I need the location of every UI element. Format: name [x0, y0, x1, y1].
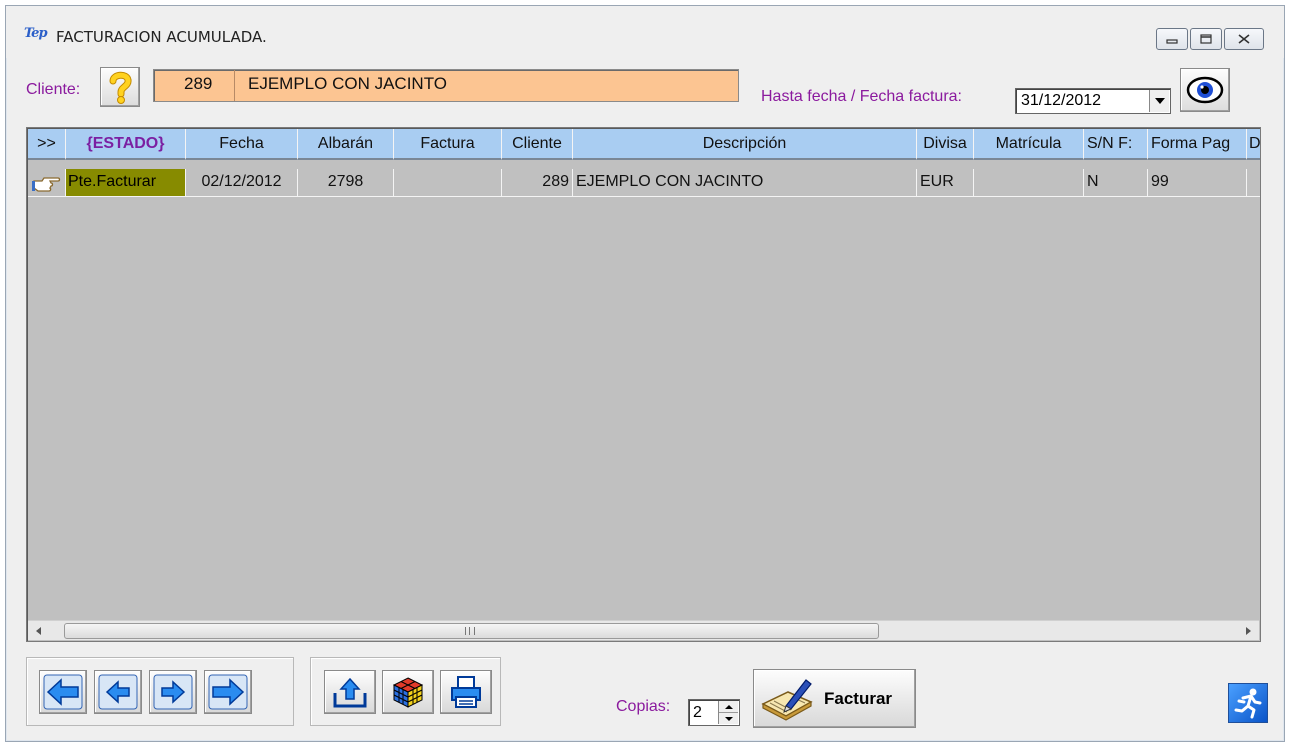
scroll-grip [465, 627, 475, 635]
rubiks-cube-icon [392, 676, 424, 708]
print-button[interactable] [440, 669, 492, 714]
col-header-albaran[interactable]: Albarán [298, 129, 394, 160]
minimize-icon [1166, 39, 1178, 44]
col-header-sn[interactable]: S/N F: [1084, 129, 1148, 160]
export-icon [333, 677, 367, 707]
spin-up-icon [724, 704, 733, 709]
row-pointer-cell [28, 169, 66, 197]
printer-icon [451, 675, 481, 708]
facturar-button[interactable]: Facturar [753, 669, 916, 728]
cliente-field[interactable]: 289 EJEMPLO CON JACINTO [153, 69, 739, 102]
maximize-icon [1200, 34, 1212, 44]
fecha-label: Hasta fecha / Fecha factura: [761, 88, 962, 105]
albaranes-grid[interactable]: >> {ESTADO} Fecha Albarán Factura Client… [26, 127, 1261, 642]
col-header-cliente[interactable]: Cliente [502, 129, 573, 160]
fecha-combobox[interactable]: 31/12/2012 [1015, 88, 1171, 114]
col-header-divisa[interactable]: Divisa [917, 129, 974, 160]
close-icon [1238, 34, 1250, 44]
grid-header: >> {ESTADO} Fecha Albarán Factura Client… [28, 129, 1260, 160]
prev-record-button[interactable] [94, 669, 142, 714]
copias-up-button[interactable] [719, 701, 738, 713]
scroll-left-button[interactable] [28, 621, 48, 641]
cell-forma-pago: 99 [1148, 169, 1247, 197]
cell-fecha: 02/12/2012 [186, 169, 298, 197]
col-header-descripcion[interactable]: Descripción [573, 129, 917, 160]
copias-value: 2 [693, 704, 702, 721]
app-logo-icon: Tep [24, 26, 48, 41]
cell-divisa: EUR [917, 169, 974, 197]
col-header-selector[interactable]: >> [28, 129, 66, 160]
cell-matricula [974, 169, 1084, 197]
last-record-button[interactable] [204, 669, 252, 714]
prev-arrow-icon [98, 674, 138, 709]
scroll-right-icon [1246, 627, 1251, 635]
cliente-number: 289 [184, 74, 213, 93]
copias-spin-buttons [718, 701, 738, 724]
running-man-exit-icon [1234, 688, 1262, 719]
fecha-dropdown-button[interactable] [1149, 90, 1169, 112]
question-mark-icon [109, 71, 132, 104]
tools-toolbar [310, 657, 501, 726]
window-controls [1156, 28, 1264, 50]
close-button[interactable] [1224, 28, 1264, 50]
first-arrow-icon [43, 674, 83, 709]
cliente-help-button[interactable] [100, 67, 140, 107]
col-header-estado[interactable]: {ESTADO} [66, 129, 186, 160]
fecha-value: 31/12/2012 [1021, 92, 1102, 109]
next-arrow-icon [153, 674, 193, 709]
dropdown-arrow-icon [1154, 98, 1165, 104]
col-header-d[interactable]: D [1247, 129, 1260, 160]
maximize-button[interactable] [1190, 28, 1222, 50]
cell-sn: N [1084, 169, 1148, 197]
book-pen-icon [761, 678, 813, 721]
cell-cliente: 289 [502, 169, 573, 197]
cell-estado: Pte.Facturar [66, 169, 186, 197]
col-header-fecha[interactable]: Fecha [186, 129, 298, 160]
exit-button[interactable] [1228, 683, 1268, 723]
view-button[interactable] [1180, 68, 1230, 112]
next-record-button[interactable] [149, 669, 197, 714]
title-bar: Tep FACTURACION ACUMULADA. [6, 6, 1284, 58]
cell-factura [394, 169, 502, 197]
last-arrow-icon [208, 674, 248, 709]
col-header-forma-pago[interactable]: Forma Pag [1148, 129, 1247, 160]
horizontal-scrollbar[interactable] [28, 620, 1259, 640]
col-header-factura[interactable]: Factura [394, 129, 502, 160]
eye-icon [1186, 76, 1224, 104]
col-header-matricula[interactable]: Matrícula [974, 129, 1084, 160]
pointing-hand-icon [31, 176, 60, 192]
first-record-button[interactable] [39, 669, 87, 714]
cube-button[interactable] [382, 669, 434, 714]
cell-albaran: 2798 [298, 169, 394, 197]
table-row[interactable]: Pte.Facturar 02/12/2012 2798 289 EJEMPLO… [28, 169, 1260, 197]
scroll-left-icon [36, 627, 41, 635]
spin-down-icon [724, 716, 733, 721]
facturar-label: Facturar [824, 688, 893, 708]
scroll-thumb[interactable] [64, 623, 879, 639]
copias-spinner[interactable]: 2 [688, 699, 740, 726]
copias-label: Copias: [616, 698, 671, 715]
cliente-name: EJEMPLO CON JACINTO [248, 74, 447, 93]
copias-down-button[interactable] [719, 713, 738, 724]
main-window: Tep FACTURACION ACUMULADA. Cliente: 289 … [5, 5, 1285, 742]
cell-d [1247, 169, 1260, 197]
scroll-right-button[interactable] [1239, 621, 1259, 641]
export-button[interactable] [324, 669, 376, 714]
cliente-separator [234, 70, 235, 101]
window-title: FACTURACION ACUMULADA. [56, 28, 267, 46]
navigation-toolbar [26, 657, 294, 726]
cliente-label: Cliente: [26, 81, 81, 98]
cell-descripcion: EJEMPLO CON JACINTO [573, 169, 917, 197]
minimize-button[interactable] [1156, 28, 1188, 50]
